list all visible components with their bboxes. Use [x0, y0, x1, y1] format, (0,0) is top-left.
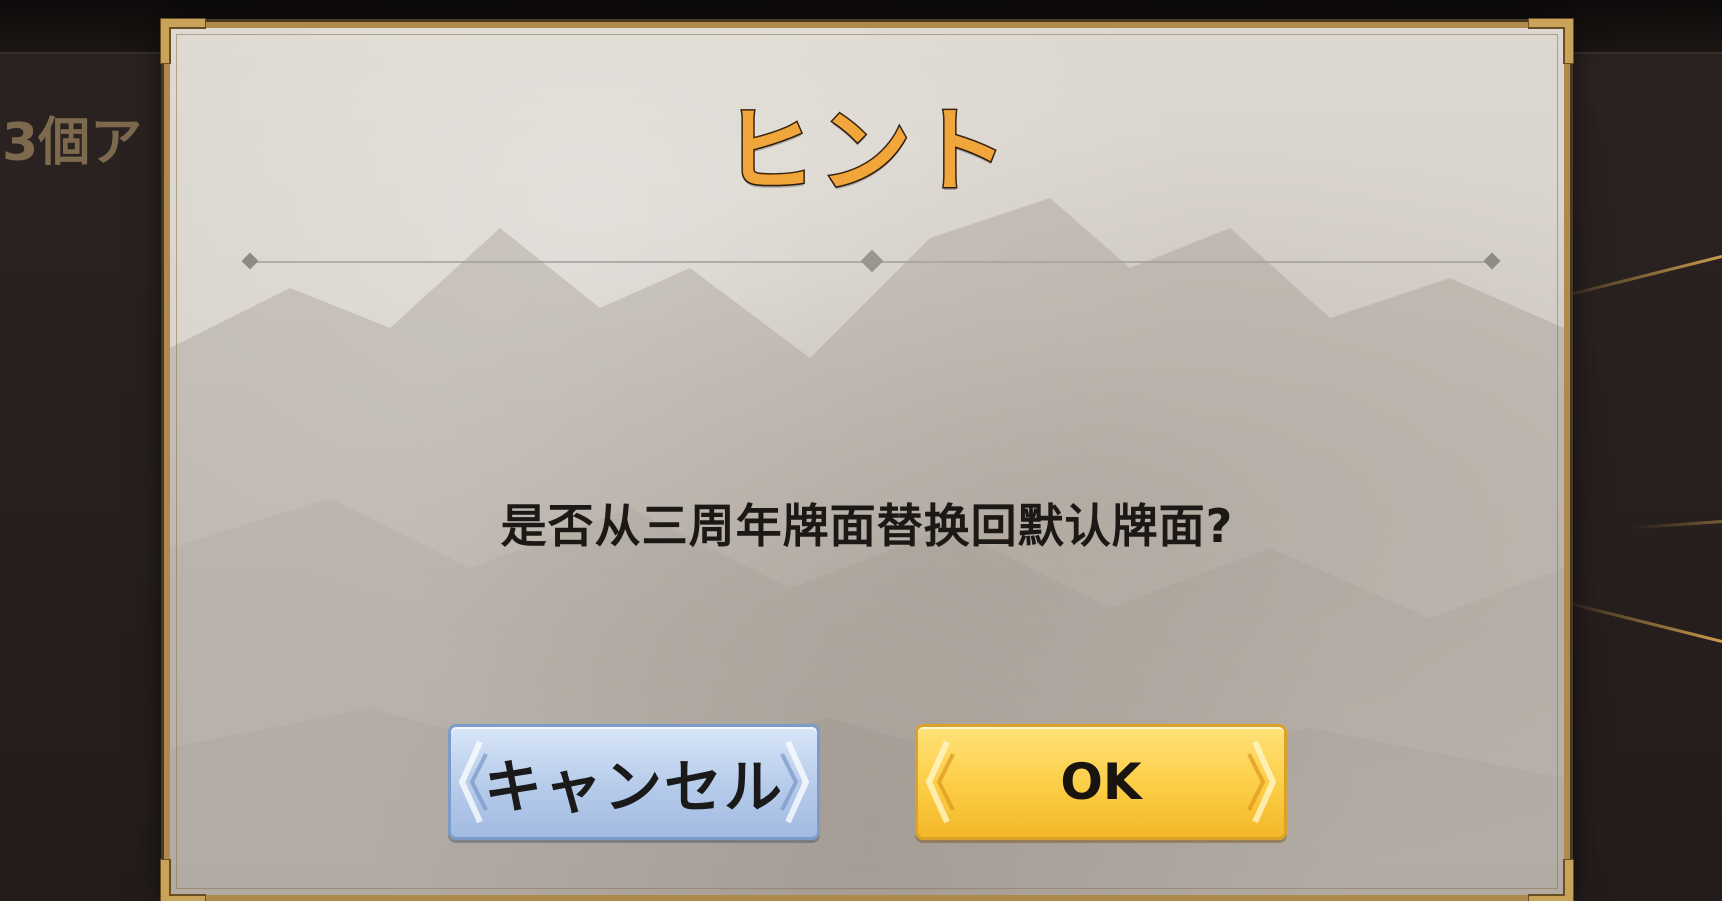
game-screen: 3個ア ヒント 是否从三周年牌面替换回默认牌面? キャンセル OK	[0, 0, 1722, 901]
diamond-icon	[860, 249, 884, 273]
dialog-message: 是否从三周年牌面替换回默认牌面?	[500, 499, 1234, 553]
ok-button-label: OK	[1060, 753, 1142, 811]
corner-ornament-icon	[160, 18, 206, 64]
diamond-icon	[1483, 252, 1501, 270]
ok-button[interactable]: OK	[915, 724, 1287, 840]
chevron-left-icon	[922, 727, 958, 837]
dialog-title: ヒント	[721, 98, 1011, 205]
cancel-button[interactable]: キャンセル	[448, 724, 820, 840]
hint-dialog: ヒント 是否从三周年牌面替换回默认牌面? キャンセル OK	[160, 18, 1574, 901]
title-divider	[241, 249, 1501, 273]
cancel-button-label: キャンセル	[483, 753, 784, 821]
chevron-right-icon	[1244, 727, 1280, 837]
diamond-icon	[241, 252, 259, 270]
background-side-text: 3個ア	[2, 113, 143, 173]
corner-ornament-icon	[1528, 18, 1574, 64]
corner-ornament-icon	[160, 859, 206, 901]
corner-ornament-icon	[1528, 859, 1574, 901]
